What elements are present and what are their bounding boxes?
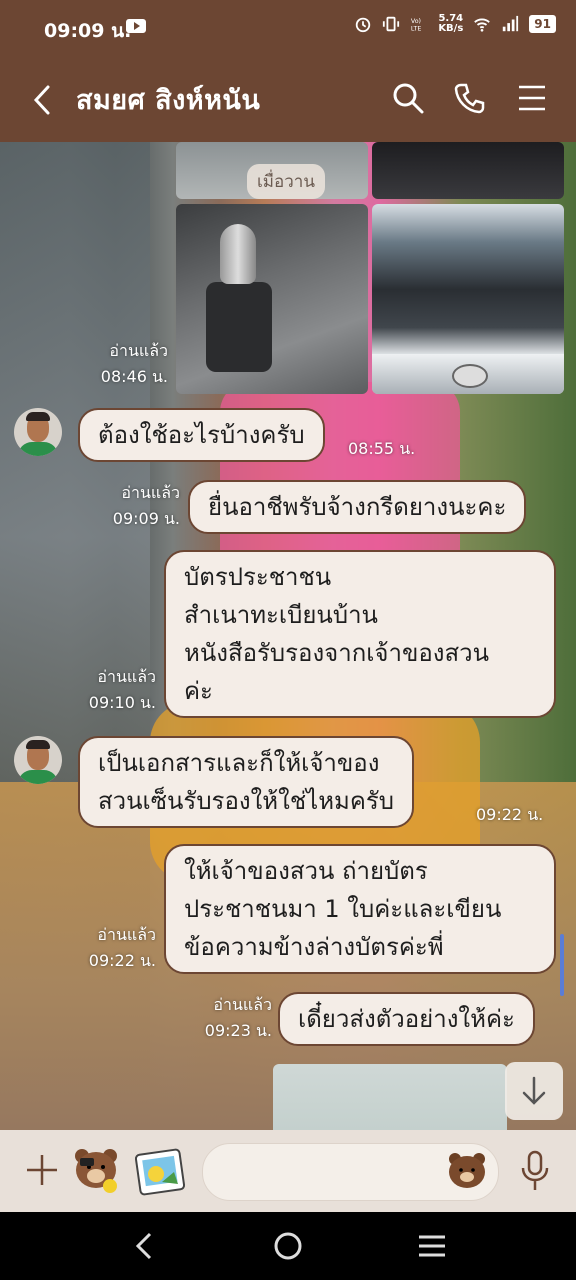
read-label: อ่านแล้ว bbox=[109, 341, 168, 360]
message-time: 09:22 น. bbox=[88, 951, 156, 970]
message-line: หนังสือรับรองจากเจ้าของสวน bbox=[184, 639, 490, 667]
wifi-icon bbox=[474, 18, 491, 32]
message-time: 09:22 น. bbox=[476, 805, 544, 824]
nav-back-icon[interactable] bbox=[128, 1230, 160, 1262]
brown-bear-sticker-icon[interactable] bbox=[70, 1144, 122, 1196]
read-receipt: อ่านแล้ว 09:10 น. bbox=[80, 664, 156, 716]
read-receipt: อ่านแล้ว 09:09 น. bbox=[104, 480, 180, 532]
message-bubble-outgoing[interactable]: ยื่นอาชีพรับจ้างกรีดยางนะคะ bbox=[188, 480, 527, 534]
read-label: อ่านแล้ว bbox=[97, 925, 156, 944]
message-input-bar bbox=[0, 1130, 576, 1212]
message-time: 08:46 น. bbox=[100, 367, 168, 386]
contact-name[interactable]: สมยศ สิงห์หนัน bbox=[76, 78, 260, 121]
gear-shift-image bbox=[206, 282, 272, 372]
status-time: 09:09 น. bbox=[44, 20, 132, 42]
message-text: เดี๋ยวส่งตัวอย่างให้ค่ะ bbox=[298, 1005, 515, 1033]
read-receipt: อ่านแล้ว 09:22 น. bbox=[80, 922, 156, 974]
message-bubble-incoming[interactable]: ต้องใช้อะไรบ้างครับ bbox=[78, 408, 325, 462]
avatar[interactable] bbox=[14, 408, 62, 456]
read-receipt: อ่านแล้ว 08:46 น. bbox=[96, 338, 168, 390]
nav-recents-icon[interactable] bbox=[416, 1230, 448, 1262]
message-line: ให้เจ้าของสวน ถ่ายบัตร bbox=[184, 857, 428, 885]
image-message-preview[interactable] bbox=[273, 1064, 507, 1130]
read-label: อ่านแล้ว bbox=[97, 667, 156, 686]
message-line: บัตรประชาชน bbox=[184, 563, 332, 591]
photo-thumbnail[interactable] bbox=[372, 204, 564, 394]
read-label: อ่านแล้ว bbox=[121, 483, 180, 502]
arrow-down-icon bbox=[522, 1076, 546, 1105]
emoji-icon[interactable] bbox=[446, 1150, 488, 1190]
car-logo-image bbox=[452, 364, 488, 388]
volte-icon: Vo)LTE bbox=[411, 18, 421, 32]
photo-thumbnail[interactable] bbox=[372, 142, 564, 199]
system-navigation-bar bbox=[0, 1212, 576, 1280]
menu-icon[interactable] bbox=[516, 82, 548, 114]
message-time: 09:10 น. bbox=[88, 693, 156, 712]
search-icon[interactable] bbox=[392, 82, 424, 114]
phone-icon[interactable] bbox=[454, 82, 486, 114]
message-text: ต้องใช้อะไรบ้างครับ bbox=[98, 421, 305, 449]
avatar[interactable] bbox=[14, 736, 62, 784]
chat-header: สมยศ สิงห์หนัน bbox=[0, 56, 576, 142]
message-time: 09:23 น. bbox=[204, 1021, 272, 1040]
scrollbar[interactable] bbox=[560, 934, 564, 996]
message-line: ประชาชนมา 1 ใบค่ะและเขียน bbox=[184, 895, 502, 923]
svg-text:LTE: LTE bbox=[411, 25, 421, 32]
message-bubble-incoming[interactable]: เป็นเอกสารและก็ให้เจ้าของ สวนเซ็นรับรองใ… bbox=[78, 736, 415, 828]
vibrate-icon bbox=[383, 16, 400, 32]
gear-knob-image bbox=[220, 224, 256, 284]
network-speed: 5.74 KB/s bbox=[438, 13, 464, 34]
message-line: ค่ะ bbox=[184, 677, 213, 705]
message-time: 09:09 น. bbox=[112, 509, 180, 528]
message-bubble-outgoing[interactable]: เดี๋ยวส่งตัวอย่างให้ค่ะ bbox=[278, 992, 535, 1046]
message-text: ยื่นอาชีพรับจ้างกรีดยางนะคะ bbox=[208, 493, 507, 521]
message-line: ข้อความข้างล่างบัตรค่ะพี่ bbox=[184, 933, 444, 961]
alarm-icon bbox=[356, 17, 371, 33]
svg-text:Vo): Vo) bbox=[411, 18, 421, 25]
microphone-icon[interactable] bbox=[520, 1150, 550, 1192]
signal-icon bbox=[503, 15, 519, 32]
message-line: สวนเซ็นรับรองให้ใช่ไหมครับ bbox=[98, 787, 395, 815]
status-icons: Vo) LTE 5.74 KB/s 91 bbox=[354, 14, 556, 34]
chat-area[interactable]: เมื่อวาน อ่านแล้ว 08:46 น. ต้องใช้อะไรบ้… bbox=[0, 142, 576, 1130]
youtube-icon bbox=[126, 19, 146, 33]
message-bubble-outgoing[interactable]: บัตรประชาชน สำเนาทะเบียนบ้าน หนังสือรับร… bbox=[164, 550, 556, 718]
scroll-to-bottom-button[interactable] bbox=[505, 1062, 563, 1120]
back-arrow-icon[interactable] bbox=[30, 83, 54, 117]
nav-home-icon[interactable] bbox=[272, 1230, 304, 1262]
message-bubble-outgoing[interactable]: ให้เจ้าของสวน ถ่ายบัตร ประชาชนมา 1 ใบค่ะ… bbox=[164, 844, 556, 974]
photo-sticker-icon[interactable] bbox=[134, 1146, 186, 1198]
message-time: 08:55 น. bbox=[348, 439, 416, 458]
plus-icon[interactable] bbox=[24, 1152, 60, 1188]
read-label: อ่านแล้ว bbox=[213, 995, 272, 1014]
date-divider: เมื่อวาน bbox=[247, 164, 325, 199]
message-line: สำเนาทะเบียนบ้าน bbox=[184, 601, 378, 629]
battery-icon: 91 bbox=[529, 15, 556, 33]
status-bar: 09:09 น. Vo) LTE 5.74 KB/s 91 bbox=[0, 0, 576, 56]
message-line: เป็นเอกสารและก็ให้เจ้าของ bbox=[98, 749, 380, 777]
read-receipt: อ่านแล้ว 09:23 น. bbox=[196, 992, 272, 1044]
photo-thumbnail[interactable] bbox=[176, 204, 368, 394]
message-input[interactable] bbox=[223, 1144, 457, 1202]
